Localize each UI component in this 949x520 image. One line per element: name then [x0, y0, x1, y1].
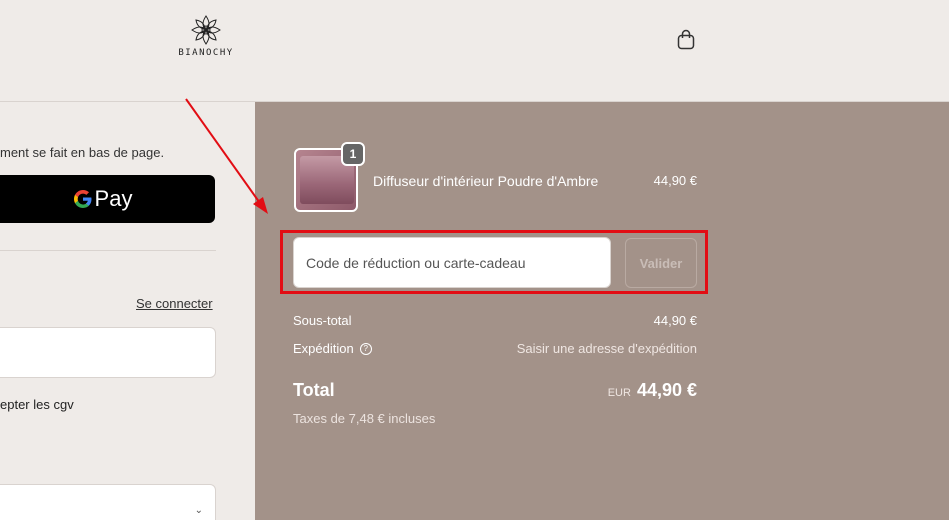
tax-note: Taxes de 7,48 € incluses [293, 411, 436, 426]
shopping-bag-icon [677, 29, 695, 50]
divider [0, 250, 216, 251]
chevron-down-icon: ⌄ [194, 505, 203, 516]
brand-name: BIANOCHY [178, 48, 234, 58]
cart-button[interactable] [674, 28, 698, 52]
cgv-checkbox-label[interactable]: epter les cgv [0, 397, 74, 412]
header: BIANOCHY [0, 0, 949, 102]
email-field[interactable] [0, 327, 216, 378]
country-select[interactable]: ⌄ [0, 484, 216, 520]
payment-notice: ment se fait en bas de page. [0, 145, 165, 160]
currency-code: EUR [607, 387, 631, 399]
google-g-icon [73, 190, 92, 208]
apply-discount-button[interactable]: Valider [625, 238, 697, 288]
lotus-logo-icon [191, 15, 221, 45]
brand-logo[interactable]: BIANOCHY [176, 14, 236, 58]
discount-code-input[interactable] [293, 237, 611, 288]
total-amount: 44,90 € [636, 380, 697, 400]
google-pay-label: Pay [94, 186, 133, 211]
login-link[interactable]: Se connecter [136, 296, 213, 311]
shipping-label: Expédition [293, 341, 354, 356]
subtotal-value: 44,90 € [653, 313, 697, 328]
total-label: Total [293, 380, 335, 400]
help-icon[interactable]: ? [359, 342, 372, 355]
total-row: EUR 44,90 € [608, 380, 697, 401]
subtotal-label: Sous-total [293, 313, 352, 328]
google-pay-button[interactable]: Pay [0, 175, 215, 223]
shipping-row: Expédition ? [293, 341, 372, 356]
quantity-badge: 1 [341, 142, 365, 166]
product-name: Diffuseur d'intérieur Poudre d'Ambre [373, 173, 599, 189]
shipping-value: Saisir une adresse d'expédition [516, 341, 697, 356]
order-summary-panel: 1 Diffuseur d'intérieur Poudre d'Ambre 4… [255, 102, 949, 520]
product-price: 44,90 € [653, 173, 697, 188]
checkout-form-panel: ment se fait en bas de page. Pay Se conn… [0, 102, 255, 520]
